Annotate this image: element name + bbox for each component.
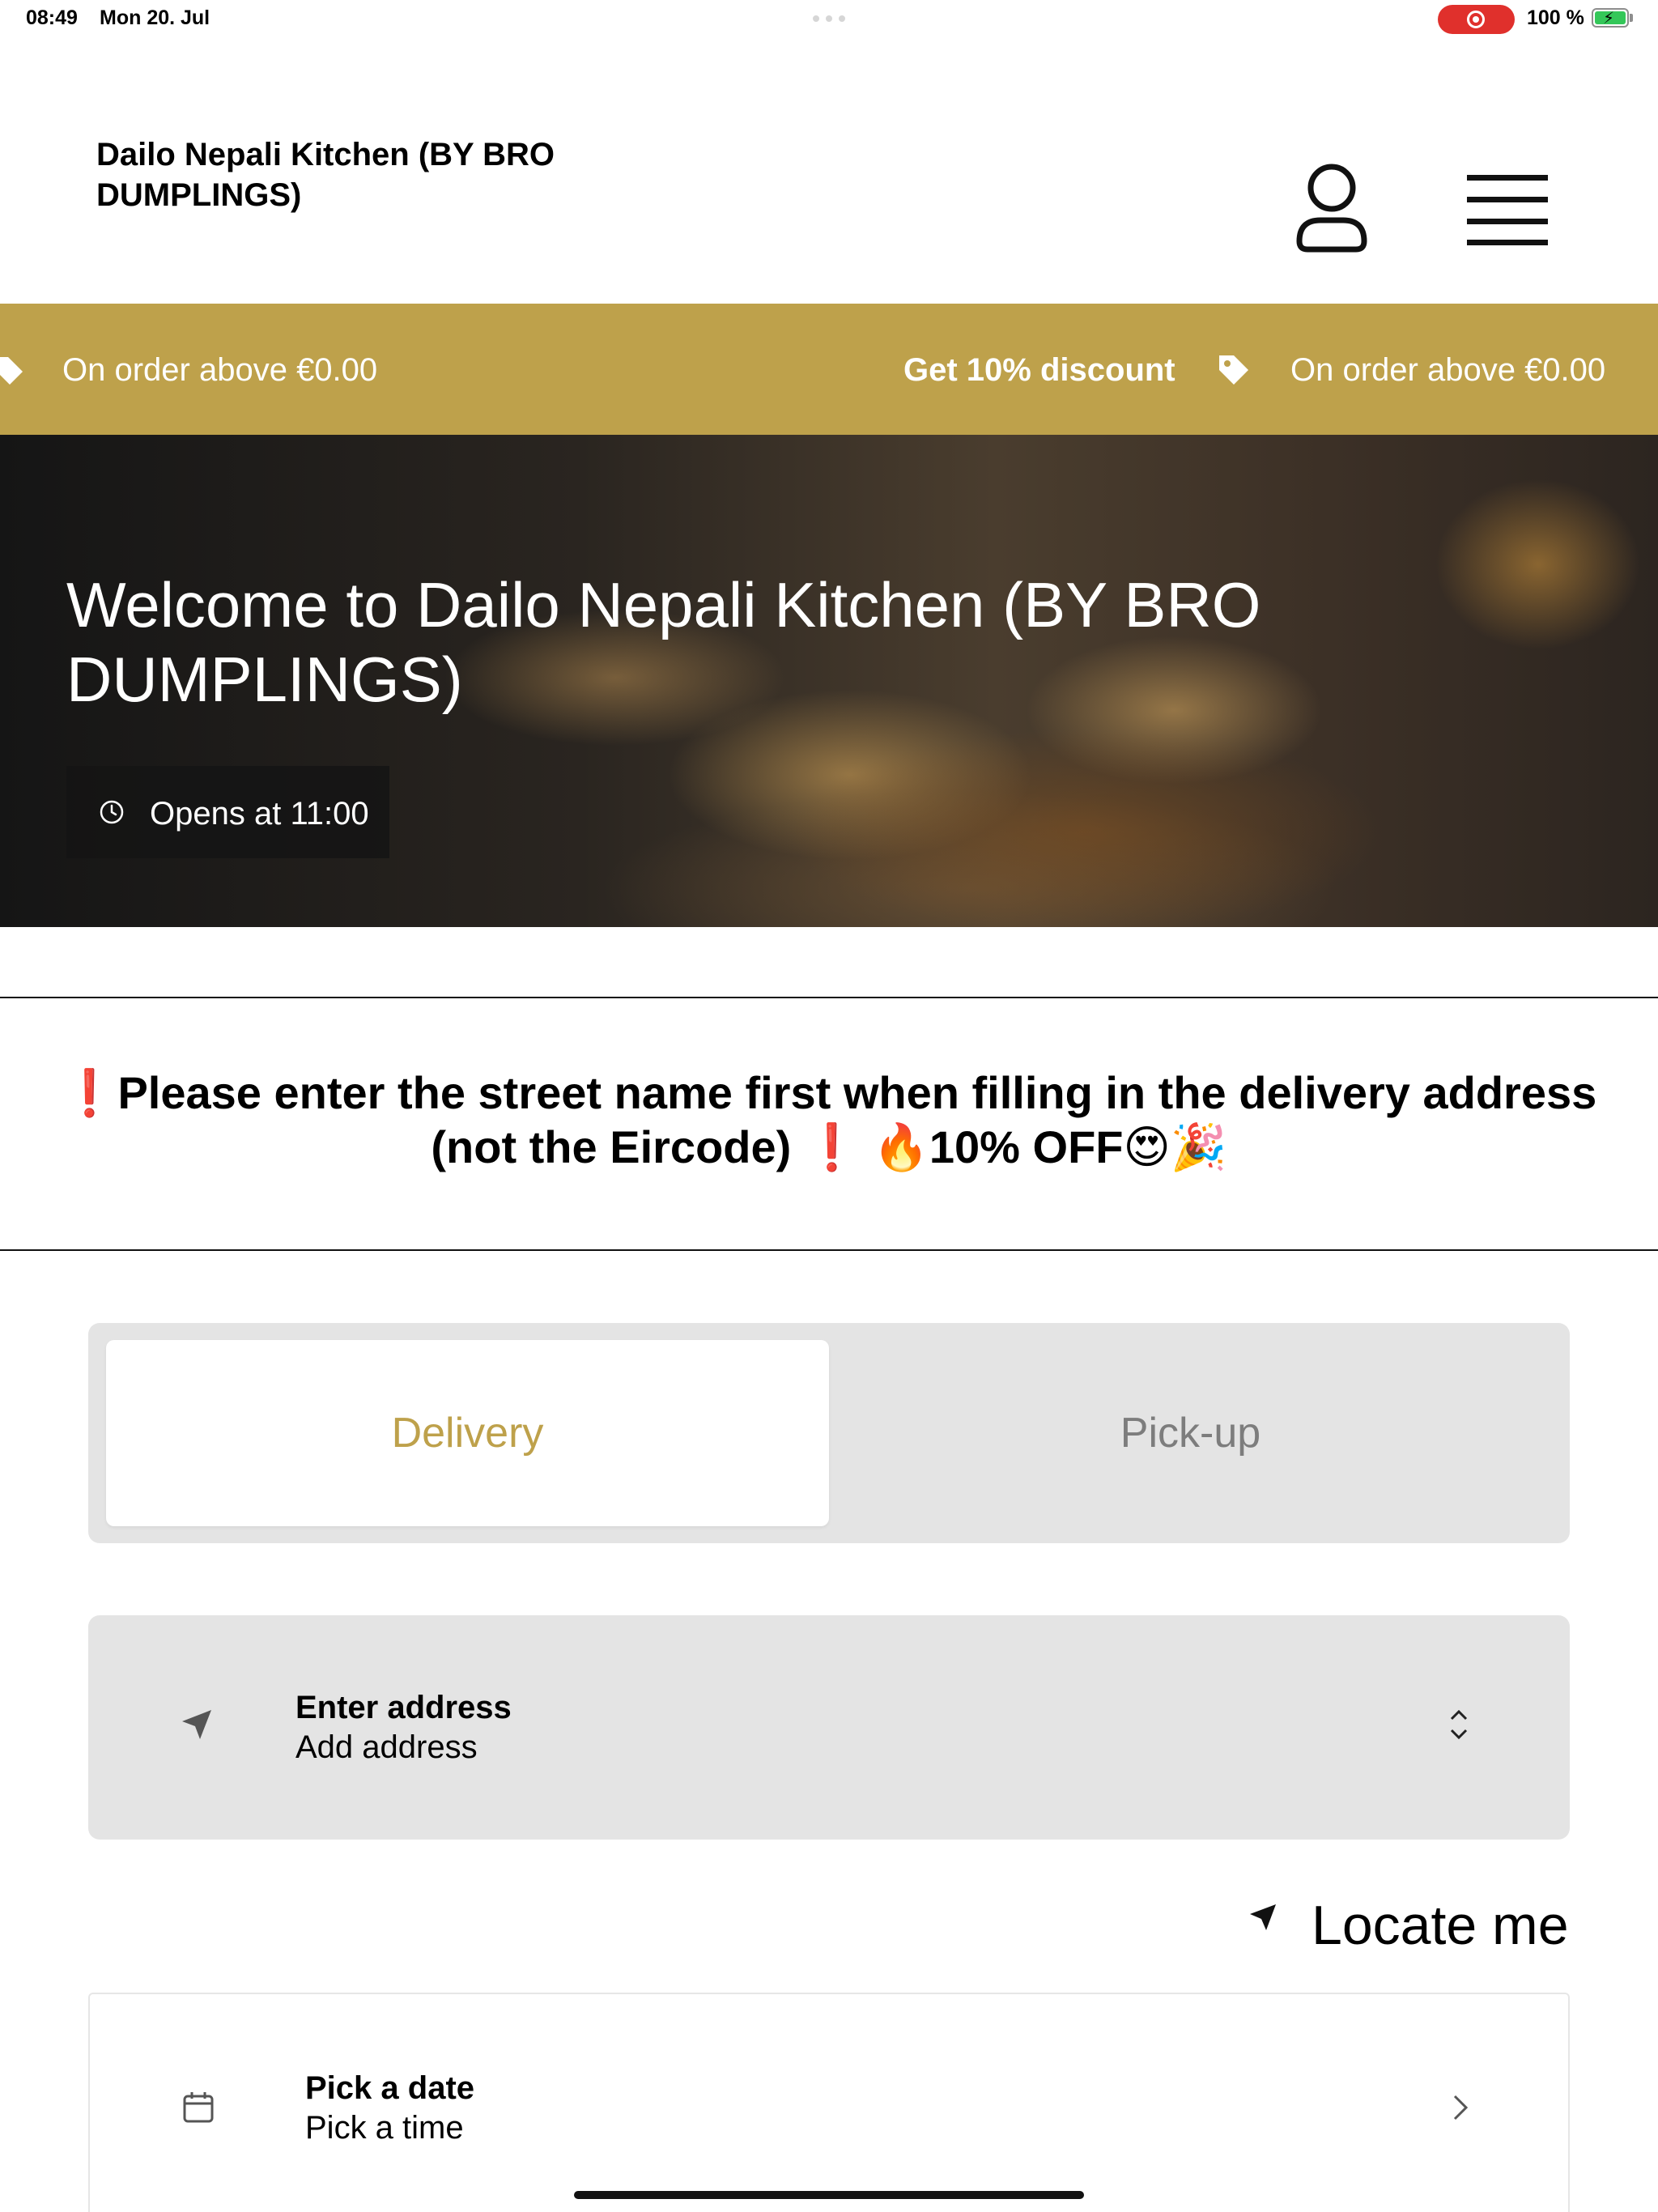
address-title: Enter address	[295, 1690, 512, 1725]
tab-delivery[interactable]: Delivery	[106, 1340, 829, 1526]
calendar-icon	[183, 2092, 214, 2123]
page: 08:49 Mon 20. Jul 100 % ⚡ Dailo Nepali K…	[0, 0, 1658, 2212]
hero-banner: Welcome to Dailo Nepali Kitchen (BY BRO …	[0, 435, 1658, 927]
hamburger-menu-icon[interactable]	[1467, 175, 1548, 246]
chevron-right-icon	[1453, 2095, 1469, 2121]
order-mode-toggle: Delivery Pick-up	[88, 1323, 1570, 1543]
hero-title: Welcome to Dailo Nepali Kitchen (BY BRO …	[66, 569, 1261, 715]
promo-discount: Get 10% discount	[903, 352, 1175, 388]
pick-date-label: Pick a date	[305, 2070, 475, 2106]
address-value: Add address	[295, 1729, 478, 1765]
date-time-picker[interactable]: Pick a date Pick a time	[88, 1993, 1570, 2212]
restaurant-name[interactable]: Dailo Nepali Kitchen (BY BRO DUMPLINGS)	[96, 134, 598, 215]
pick-time-label: Pick a time	[305, 2110, 464, 2146]
user-icon	[1296, 164, 1367, 253]
site-header: Dailo Nepali Kitchen (BY BRO DUMPLINGS)	[0, 39, 1658, 304]
location-arrow-icon	[1250, 1904, 1276, 1930]
home-indicator[interactable]	[574, 2191, 1084, 2199]
exclamation-icon: ❗	[803, 1121, 861, 1172]
delivery-notice: ❗Please enter the street name first when…	[24, 1066, 1634, 1174]
battery-icon: ⚡	[1592, 8, 1629, 28]
tag-icon	[1219, 355, 1248, 385]
promo-banner: On order above €0.00 Get 10% discount On…	[0, 304, 1658, 435]
promo-text-left: On order above €0.00	[62, 352, 378, 388]
navigation-arrow-icon	[182, 1710, 211, 1739]
screen-recording-icon[interactable]	[1438, 5, 1515, 34]
exclamation-icon: ❗	[61, 1067, 118, 1118]
tag-icon	[0, 357, 23, 385]
opening-hours-badge: Opens at 11:00	[66, 766, 389, 858]
locate-me-label: Locate me	[1312, 1895, 1569, 1956]
divider	[0, 997, 1658, 998]
chevron-up-down-icon	[1450, 1709, 1468, 1740]
divider	[0, 1249, 1658, 1251]
battery-cap	[1630, 14, 1633, 22]
status-bar: 08:49 Mon 20. Jul 100 % ⚡	[0, 0, 1658, 39]
notice-promo: 🔥10% OFF😍🎉	[860, 1121, 1227, 1172]
status-time: 08:49	[26, 6, 78, 29]
locate-me-button[interactable]: Locate me	[1239, 1878, 1571, 1956]
clock-icon	[100, 800, 124, 824]
account-button[interactable]	[1291, 160, 1372, 257]
address-selector[interactable]: Enter address Add address	[88, 1615, 1570, 1840]
multitask-dots-icon[interactable]	[813, 15, 845, 22]
status-date: Mon 20. Jul	[100, 6, 210, 29]
promo-text-right: On order above €0.00	[1290, 352, 1606, 388]
tab-pickup[interactable]: Pick-up	[829, 1340, 1552, 1526]
opens-at-label: Opens at 11:00	[150, 796, 369, 832]
battery-percentage: 100 %	[1527, 6, 1584, 29]
